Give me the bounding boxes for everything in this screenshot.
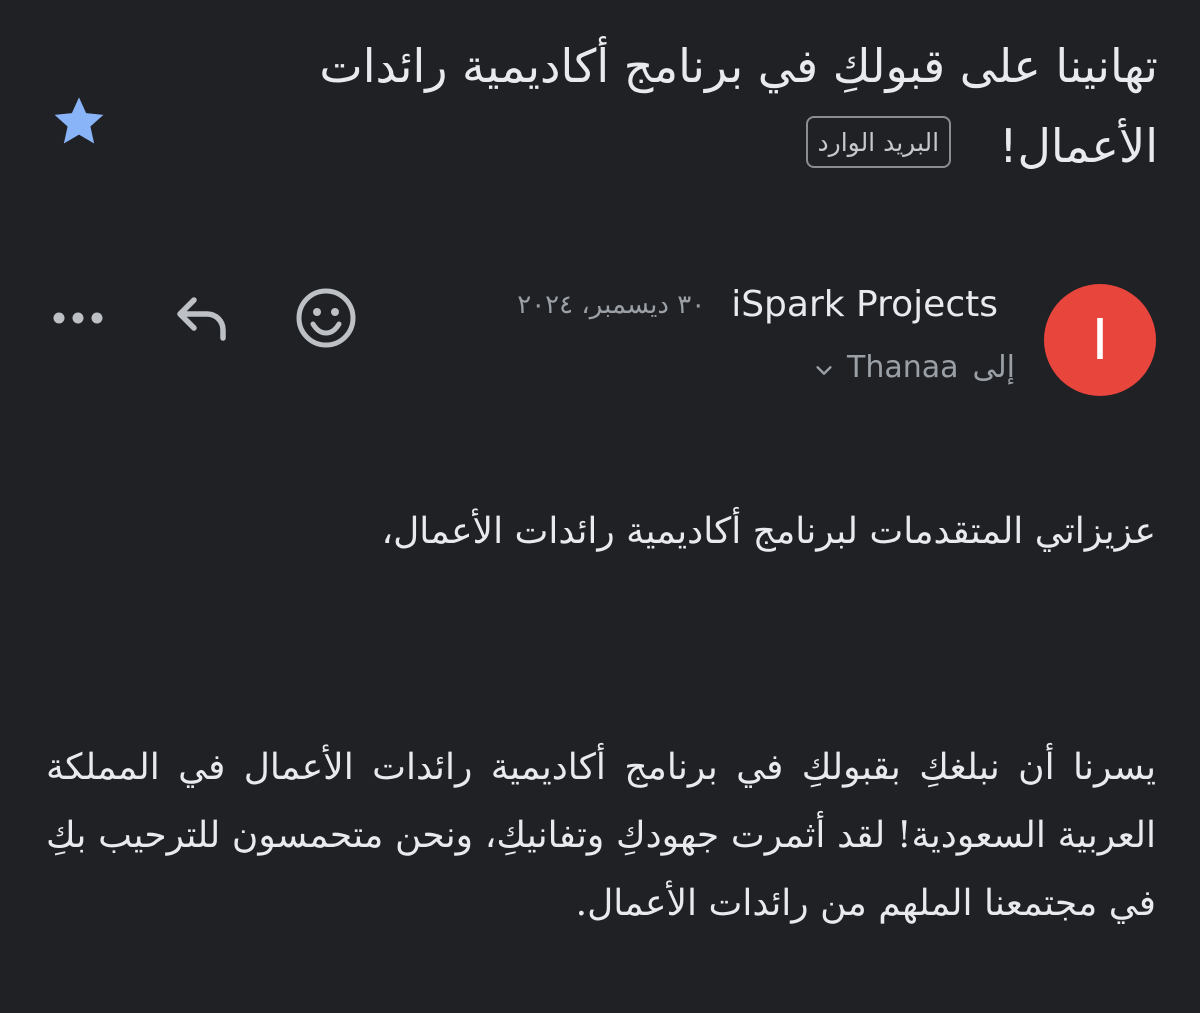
- sender-avatar[interactable]: I: [1044, 284, 1156, 396]
- reply-icon[interactable]: [172, 290, 232, 346]
- sender-name[interactable]: iSpark Projects: [731, 284, 998, 325]
- sender-row: iSpark Projects ٣٠ ديسمبر، ٢٠٢٤: [517, 284, 998, 325]
- email-greeting: عزيزاتي المتقدمات لبرنامج أكاديمية رائدا…: [381, 511, 1156, 552]
- email-view: تهانينا على قبولكِ في برنامج أكاديمية را…: [0, 0, 1200, 1013]
- recipient-name: Thanaa: [847, 350, 959, 385]
- email-date: ٣٠ ديسمبر، ٢٠٢٤: [517, 289, 706, 320]
- star-icon[interactable]: [50, 92, 108, 150]
- email-body-paragraph: يسرنا أن نبلغكِ بقبولكِ في برنامج أكاديم…: [46, 747, 1156, 924]
- subject-text: تهانينا على قبولكِ في برنامج أكاديمية را…: [319, 39, 1158, 173]
- inbox-label-chip[interactable]: البريد الوارد: [805, 115, 952, 168]
- more-horizontal-icon[interactable]: [50, 300, 106, 336]
- chevron-down-icon[interactable]: [813, 359, 835, 381]
- smiley-icon[interactable]: [294, 286, 358, 350]
- recipient-row[interactable]: إلى Thanaa: [813, 350, 1015, 385]
- recipient-prefix: إلى: [972, 350, 1015, 385]
- email-subject: تهانينا على قبولكِ في برنامج أكاديمية را…: [198, 26, 1158, 186]
